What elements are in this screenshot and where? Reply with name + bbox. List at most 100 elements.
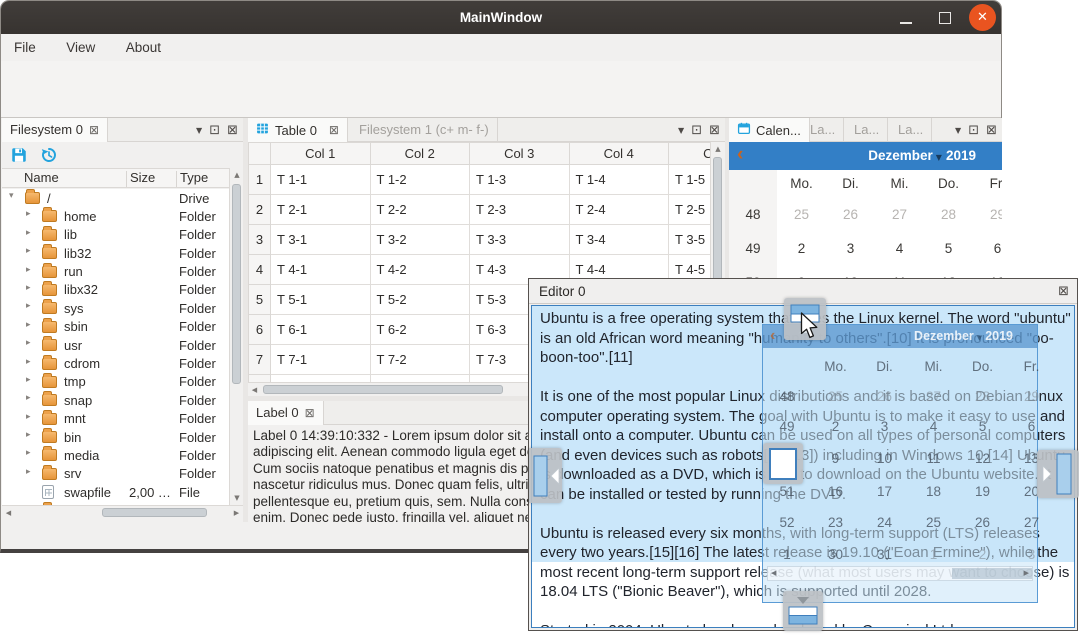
col-header[interactable]: Col 5 — [669, 143, 711, 165]
day-cell[interactable]: 2 — [777, 232, 826, 266]
filesystem-tree[interactable]: ▾/Drive ▸homeFolder ▸libFolder ▸lib32Fol… — [2, 189, 229, 505]
table-row[interactable]: 1T 1-1T 1-2T 1-3T 1-4T 1-5 — [249, 165, 711, 195]
scrollbar-handle[interactable] — [232, 184, 241, 384]
tab-close-icon[interactable]: ⊠ — [305, 406, 315, 420]
tab-calendar-0[interactable]: Calen... — [729, 118, 810, 142]
scrollbar-handle[interactable] — [263, 385, 503, 394]
expand-icon[interactable]: ▸ — [26, 228, 31, 238]
tree-row[interactable]: ▸tmpFolder — [2, 373, 229, 391]
col-header[interactable]: Col 4 — [569, 143, 669, 165]
save-icon[interactable] — [2, 151, 28, 168]
year-selector[interactable]: 2019 — [946, 148, 976, 163]
tree-row[interactable]: ▸runFolder — [2, 263, 229, 281]
window-titlebar[interactable]: MainWindow ✕ — [1, 1, 1001, 34]
table-row[interactable]: 2T 2-1T 2-2T 2-3T 2-4T 2-5 — [249, 195, 711, 225]
dock-indicator-right[interactable] — [1037, 450, 1079, 498]
prev-month-icon[interactable]: ‹ — [737, 142, 743, 168]
day-cell[interactable]: 26 — [826, 198, 875, 232]
day-cell[interactable]: 4 — [875, 232, 924, 266]
tree-row[interactable]: ▸mntFolder — [2, 410, 229, 428]
dock-menu-icon[interactable]: ▼ — [678, 126, 684, 135]
scroll-left-icon[interactable]: ◀ — [248, 383, 261, 397]
expand-icon[interactable]: ▸ — [26, 265, 31, 275]
tree-horizontal-scrollbar[interactable]: ◀ ▶ — [2, 505, 243, 519]
expand-icon[interactable]: ▸ — [26, 283, 31, 293]
day-cell[interactable]: 6 — [973, 232, 1002, 266]
scroll-down-icon[interactable]: ▼ — [230, 491, 243, 505]
tree-header[interactable]: Name Size Type — [2, 168, 229, 188]
dock-indicator-left[interactable] — [529, 448, 562, 503]
expand-icon[interactable]: ▸ — [26, 375, 31, 385]
scroll-left-icon[interactable]: ◀ — [2, 506, 15, 520]
dock-float-icon[interactable]: ⊡ — [691, 123, 702, 138]
day-cell[interactable]: 3 — [826, 232, 875, 266]
tree-row[interactable]: ▸lib32Folder — [2, 244, 229, 262]
day-cell[interactable]: 28 — [924, 198, 973, 232]
scroll-up-icon[interactable]: ▲ — [230, 168, 243, 182]
expand-icon[interactable]: ▸ — [26, 412, 31, 422]
tab-label-1[interactable]: La... — [802, 118, 844, 142]
dock-indicator-bottom[interactable] — [783, 591, 823, 631]
month-selector[interactable]: Dezember — [868, 148, 933, 163]
expand-icon[interactable]: ▸ — [26, 448, 31, 458]
expand-icon[interactable]: ▸ — [26, 301, 31, 311]
col-header[interactable]: Col 3 — [470, 143, 570, 165]
tab-close-icon[interactable]: ⊠ — [89, 123, 99, 137]
expand-icon[interactable]: ▸ — [26, 338, 31, 348]
dock-indicator-center[interactable] — [763, 443, 803, 484]
tree-row[interactable]: ▸cdromFolder — [2, 355, 229, 373]
close-button[interactable]: ✕ — [969, 4, 996, 31]
dock-float-icon[interactable]: ⊡ — [968, 123, 979, 138]
col-header[interactable]: Col 1 — [271, 143, 371, 165]
dock-close-icon[interactable]: ⊠ — [709, 123, 720, 138]
tree-row[interactable]: ▸libx32Folder — [2, 281, 229, 299]
tab-filesystem-0[interactable]: Filesystem 0⊠ — [2, 118, 108, 142]
col-type[interactable]: Type — [180, 170, 208, 185]
dock-close-icon[interactable]: ⊠ — [227, 123, 238, 138]
calendar-week-row[interactable]: 482526272829 — [729, 198, 1002, 232]
menu-file[interactable]: File — [1, 34, 49, 61]
tree-row[interactable]: ▸mediaFolder — [2, 446, 229, 464]
tree-row[interactable]: ▸snapFolder — [2, 391, 229, 409]
col-header[interactable]: Col 2 — [370, 143, 470, 165]
day-cell[interactable]: 27 — [875, 198, 924, 232]
expand-icon[interactable]: ▸ — [26, 357, 31, 367]
tab-label-2[interactable]: La... — [846, 118, 888, 142]
tree-row[interactable]: ▸binFolder — [2, 428, 229, 446]
tree-row[interactable]: ▸usrFolder — [2, 336, 229, 354]
calendar-week-row[interactable]: 4923456 — [729, 232, 1002, 266]
maximize-button[interactable] — [939, 12, 951, 24]
tree-row[interactable]: ▸srvFolder — [2, 465, 229, 483]
dock-menu-icon[interactable]: ▼ — [196, 126, 202, 135]
tree-row[interactable]: ▾/Drive — [2, 189, 229, 207]
tab-filesystem-1[interactable]: Filesystem 1 (c+ m- f-) — [351, 118, 498, 142]
day-cell[interactable]: 5 — [924, 232, 973, 266]
tree-row[interactable]: ▸libFolder — [2, 226, 229, 244]
tree-row[interactable]: ▸homeFolder — [2, 207, 229, 225]
expand-icon[interactable]: ▸ — [26, 393, 31, 403]
scroll-up-icon[interactable]: ▲ — [711, 142, 725, 156]
tree-row[interactable]: ▸sbinFolder — [2, 318, 229, 336]
expand-icon[interactable]: ▸ — [26, 467, 31, 477]
tab-label-0[interactable]: Label 0⊠ — [248, 401, 324, 425]
scroll-right-icon[interactable]: ▶ — [230, 506, 243, 520]
expand-icon[interactable]: ▸ — [26, 209, 31, 219]
dock-menu-icon[interactable]: ▼ — [955, 126, 961, 135]
tree-row[interactable]: ▸sysFolder — [2, 299, 229, 317]
dock-close-icon[interactable]: ⊠ — [986, 123, 997, 138]
col-name[interactable]: Name — [24, 170, 59, 185]
tree-row[interactable]: swapfile2,00 …File — [2, 483, 229, 501]
expand-icon[interactable]: ▸ — [26, 246, 31, 256]
scrollbar-handle[interactable] — [102, 508, 207, 517]
tab-close-icon[interactable]: ⊠ — [329, 119, 339, 142]
tab-table-0[interactable]: Table 0⊠ — [248, 118, 348, 142]
col-size[interactable]: Size — [130, 170, 155, 185]
menu-view[interactable]: View — [53, 34, 108, 61]
expand-icon[interactable]: ▸ — [26, 320, 31, 330]
expand-icon[interactable]: ▸ — [26, 430, 31, 440]
table-row[interactable]: 3T 3-1T 3-2T 3-3T 3-4T 3-5 — [249, 225, 711, 255]
collapse-icon[interactable]: ▾ — [9, 191, 14, 201]
dock-float-icon[interactable]: ⊡ — [209, 123, 220, 138]
restore-icon[interactable] — [32, 151, 58, 168]
day-cell[interactable]: 29 — [973, 198, 1002, 232]
